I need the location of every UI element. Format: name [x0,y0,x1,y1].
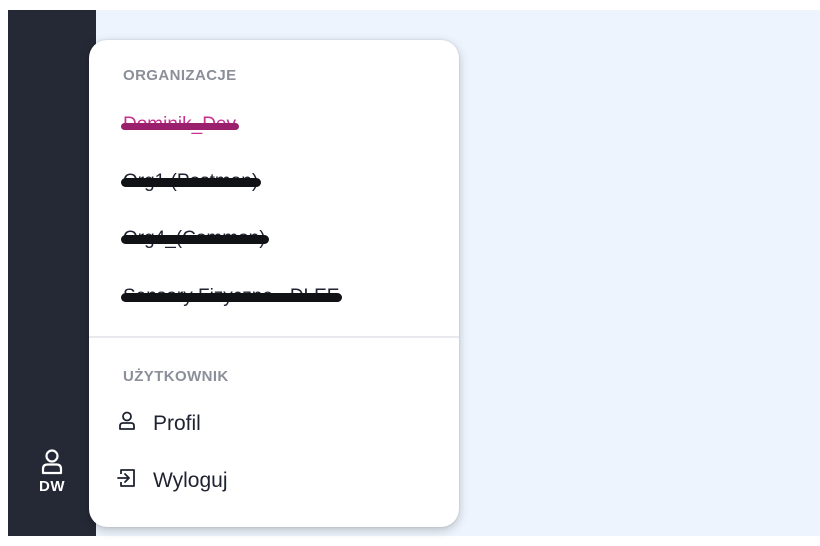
org-item-2[interactable]: Org1 (Postman) [121,171,262,193]
user-icon [41,448,63,476]
profile-label: Profil [153,412,201,435]
redaction-mark [121,178,262,187]
org-item-4[interactable]: Sensory Fizyczne - DLEE [121,286,343,308]
user-menu-button[interactable]: DW [8,448,96,508]
user-icon [117,410,153,438]
user-dropdown-menu: ORGANIZACJE Dominik_Dev Org1 (Postman) O… [89,40,459,527]
user-section-title: UŻYTKOWNIK [123,368,229,385]
logout-label: Wyloguj [153,469,228,492]
user-initials: DW [39,478,65,495]
organizations-section-title: ORGANIZACJE [123,67,237,84]
logout-icon [117,467,153,495]
profile-menu-item[interactable]: Profil [117,410,201,438]
redaction-mark [121,293,343,302]
logout-menu-item[interactable]: Wyloguj [117,467,228,495]
menu-divider [89,336,459,338]
redaction-mark [121,123,239,130]
org-item-3[interactable]: Org4_(Common) [121,228,269,250]
redaction-mark [121,235,269,244]
org-item-1[interactable]: Dominik_Dev [121,114,239,136]
